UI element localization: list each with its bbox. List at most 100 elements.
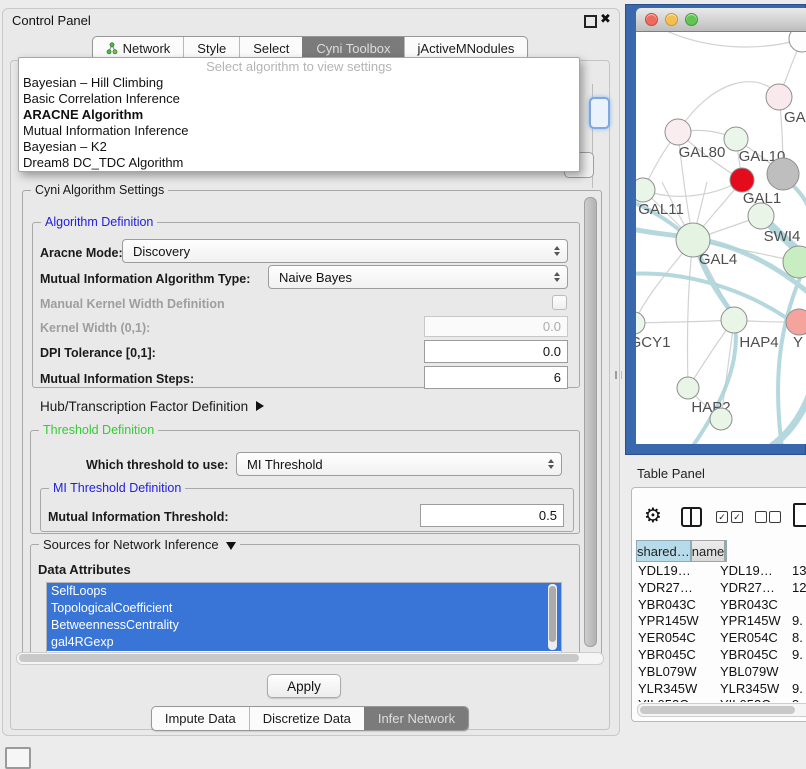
mi-steps-label: Mutual Information Steps: [40,372,194,386]
checked-checkbox-icon[interactable]: ✓ [731,511,743,523]
network-node[interactable] [789,32,806,52]
mi-threshold-legend: MI Threshold Definition [49,481,185,495]
column-header-label: shared… [637,544,690,559]
network-window-titlebar[interactable] [636,8,806,32]
column-header[interactable]: name [691,540,726,562]
network-node[interactable] [710,408,732,430]
table-row[interactable]: YER054C YER054C 8. [632,630,806,647]
cell-shared-name: YPR145W [638,613,699,630]
which-threshold-value: MI Threshold [247,457,323,472]
attribute-item-selected[interactable]: BetweennessCentrality [47,617,561,634]
table-row[interactable]: YLR345W YLR345W 9. [632,681,806,698]
table-horizontal-scrollbar[interactable] [637,703,806,717]
tab-label: Impute Data [165,711,236,726]
network-view-canvas[interactable]: GALGAL80GAL10GAL1GAL11SWI4GAL4GCY1HAP4YH… [636,32,806,444]
close-icon[interactable]: ✖ [600,11,611,27]
cell-shared-name: YBL079W [638,664,697,681]
table-mode-icon[interactable] [793,503,806,527]
table-row[interactable]: YBR043C YBR043C [632,597,806,614]
aracne-mode-combobox[interactable]: Discovery [122,239,568,263]
column-header[interactable] [725,540,727,562]
node-label: GAL80 [679,144,726,161]
table-row[interactable]: YDR27… YDR27… 12 [632,580,806,597]
network-node-gal[interactable] [766,84,792,110]
attribute-label: gal4RGexp [51,635,114,649]
table-panel-title: Table Panel [637,466,705,481]
settings-vertical-scrollbar[interactable] [584,197,597,647]
network-node-gcy1[interactable] [636,312,645,334]
network-node-hap4[interactable] [721,307,747,333]
unchecked-checkbox-icon[interactable] [769,511,781,523]
algorithm-option-label: Basic Correlation Inference [23,91,180,106]
cyni-settings-legend: Cyni Algorithm Settings [31,183,168,197]
float-window-icon[interactable] [584,15,597,28]
expanded-arrow-icon[interactable] [226,542,236,550]
table-row[interactable]: YIL052C YIL052C 9. [632,697,806,702]
tab[interactable]: Impute Data [152,707,249,730]
zoom-traffic-light-icon[interactable] [685,13,698,26]
which-threshold-combobox[interactable]: MI Threshold [236,452,562,476]
mi-type-combobox[interactable]: Naive Bayes [268,265,568,289]
algorithm-option[interactable]: Bayesian – K2 [19,139,579,155]
network-node-gal80[interactable] [665,119,691,145]
table-row[interactable]: YDL19… YDL19… 13 [632,563,806,580]
show-columns-icon[interactable] [681,507,702,527]
apply-button[interactable]: Apply [267,674,341,698]
table-header: shared… name [636,540,727,562]
network-node[interactable] [767,158,799,190]
attribute-item-selected[interactable]: SelfLoops [47,583,561,600]
attribute-item-selected[interactable]: gal4RGexp [47,634,561,651]
column-header[interactable]: shared… [636,540,691,562]
algorithm-option-label: Mutual Information Inference [23,123,188,138]
algorithm-option[interactable]: Mutual Information Inference [19,123,579,139]
cell-name: YIL052C [720,697,771,702]
mi-steps-field[interactable]: 6 [424,366,568,389]
tab[interactable]: Discretize Data [249,707,364,730]
algorithm-definition-legend: Algorithm Definition [41,215,157,229]
attribute-list-scrollbar[interactable] [548,584,557,650]
tab-label: Network [123,41,171,56]
settings-horizontal-scrollbar[interactable] [16,652,604,665]
algorithm-option[interactable]: ARACNE Algorithm [19,107,579,123]
algorithm-option[interactable]: Dream8 DC_TDC Algorithm [19,155,579,171]
close-traffic-light-icon[interactable] [645,13,658,26]
dpi-tolerance-field[interactable]: 0.0 [424,340,568,363]
sources-legend[interactable]: Sources for Network Inference [39,537,240,552]
node-label: GCY1 [636,334,670,351]
cell-name: YER054C [720,630,778,647]
checked-checkbox-icon[interactable]: ✓ [716,511,728,523]
tab[interactable]: Infer Network [364,707,468,730]
network-tab-icon [106,42,118,55]
kernel-width-field[interactable]: 0.0 [424,316,568,337]
attribute-item-selected[interactable]: TopologicalCoefficient [47,600,561,617]
manual-kernel-checkbox[interactable] [552,295,567,310]
cell-value: 13 [792,563,806,580]
panel-resize-handle[interactable] [615,371,622,379]
table-row[interactable]: YBR045C YBR045C 9. [632,647,806,664]
network-node-swi4[interactable] [748,203,774,229]
table-row[interactable]: YBL079W YBL079W [632,664,806,681]
network-node-gal1[interactable] [730,168,754,192]
minimize-traffic-light-icon[interactable] [665,13,678,26]
algorithm-option[interactable]: Bayesian – Hill Climbing [19,75,579,91]
node-label: GAL4 [699,251,737,268]
attribute-label: BetweennessCentrality [51,618,179,632]
node-label: GAL [784,109,806,126]
cell-name: YBR045C [720,647,778,664]
node-label: Y [793,334,803,351]
network-node-hap2[interactable] [677,377,699,399]
gear-icon[interactable]: ⚙ [644,503,662,527]
network-node-gal11[interactable] [636,178,655,202]
background-focused-combobox[interactable] [589,97,610,129]
algorithm-option-label: Bayesian – Hill Climbing [23,75,163,90]
algorithm-option[interactable]: Basic Correlation Inference [19,91,579,107]
unchecked-checkbox-icon[interactable] [755,511,767,523]
collapsed-panel-button[interactable] [5,747,31,769]
data-attributes-list: SelfLoops TopologicalCoefficient Between… [46,582,562,654]
collapsed-arrow-icon[interactable] [256,401,264,411]
table-row[interactable]: YPR145W YPR145W 9. [632,613,806,630]
mi-threshold-field[interactable]: 0.5 [420,504,564,527]
bottom-tabs: Impute Data Discretize Data Infer Networ… [151,706,469,731]
hub-definition-toggle[interactable]: Hub/Transcription Factor Definition [40,399,264,414]
cell-name: YDL19… [720,563,773,580]
